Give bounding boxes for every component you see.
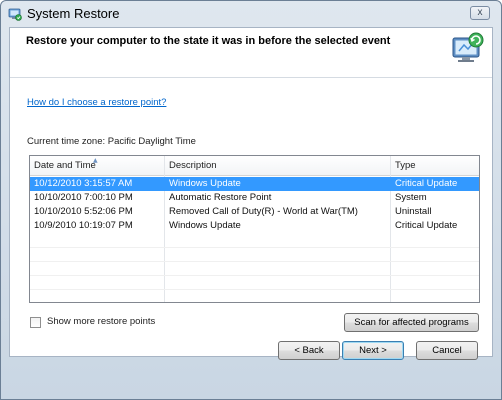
row-description: Windows Update (169, 178, 241, 189)
close-icon: x (477, 7, 483, 18)
wizard-page: Restore your computer to the state it wa… (9, 27, 493, 357)
restore-point-row[interactable]: 10/10/2010 7:00:10 PM Automatic Restore … (30, 191, 479, 205)
empty-row-line (30, 261, 479, 262)
row-date: 10/10/2010 5:52:06 PM (34, 206, 133, 217)
back-button[interactable]: < Back (278, 341, 340, 360)
cancel-button[interactable]: Cancel (416, 341, 478, 360)
show-more-restore-points-checkbox[interactable] (30, 317, 41, 328)
system-restore-window: System Restore x Restore your computer t… (0, 0, 502, 400)
column-header-description[interactable]: Description (165, 156, 390, 176)
restore-points-list[interactable]: Date and Time ▲ Description Type 10/12/2… (29, 155, 480, 303)
row-description: Windows Update (169, 220, 241, 231)
system-restore-icon (8, 8, 22, 21)
timezone-label: Current time zone: Pacific Daylight Time (27, 136, 196, 147)
sort-indicator-icon: ▲ (93, 157, 98, 164)
show-more-restore-points-label[interactable]: Show more restore points (47, 316, 155, 327)
column-header-type[interactable]: Type (391, 156, 479, 176)
row-description: Removed Call of Duty(R) - World at War(T… (169, 206, 358, 217)
empty-row-line (30, 275, 479, 276)
scan-affected-programs-button[interactable]: Scan for affected programs (344, 313, 479, 332)
restore-point-row[interactable]: 10/10/2010 5:52:06 PM Removed Call of Du… (30, 205, 479, 219)
list-header: Date and Time ▲ Description Type (30, 156, 479, 176)
restore-monitor-icon (452, 32, 484, 62)
close-button[interactable]: x (470, 6, 490, 20)
header-divider (10, 77, 492, 78)
window-title: System Restore (27, 6, 120, 21)
page-heading: Restore your computer to the state it wa… (26, 35, 391, 47)
empty-row-line (30, 289, 479, 290)
title-bar[interactable]: System Restore x (1, 1, 501, 27)
row-type: Uninstall (395, 206, 432, 217)
empty-row-line (30, 247, 479, 248)
row-type: Critical Update (395, 178, 458, 189)
next-button[interactable]: Next > (342, 341, 404, 360)
restore-point-row[interactable]: 10/9/2010 10:19:07 PM Windows Update Cri… (30, 219, 479, 233)
row-type: System (395, 192, 427, 203)
restore-point-row[interactable]: 10/12/2010 3:15:57 AM Windows Update Cri… (30, 177, 479, 191)
row-date: 10/10/2010 7:00:10 PM (34, 192, 133, 203)
row-date: 10/9/2010 10:19:07 PM (34, 220, 133, 231)
row-description: Automatic Restore Point (169, 192, 272, 203)
row-type: Critical Update (395, 220, 458, 231)
row-date: 10/12/2010 3:15:57 AM (34, 178, 133, 189)
header-band: Restore your computer to the state it wa… (10, 28, 492, 78)
choose-restore-point-help-link[interactable]: How do I choose a restore point? (27, 97, 166, 108)
